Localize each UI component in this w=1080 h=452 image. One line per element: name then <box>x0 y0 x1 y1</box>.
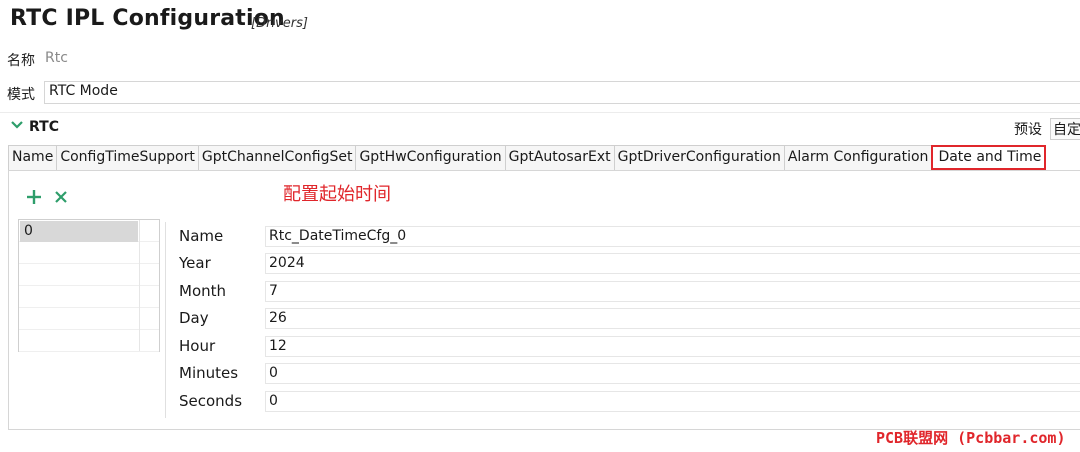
watermark: PCB联盟网 (Pcbbar.com) <box>876 429 1066 447</box>
list-row <box>19 242 159 264</box>
name-field-label: Name <box>179 227 224 245</box>
month-field[interactable]: 7 <box>265 281 1080 302</box>
list-column-divider <box>139 220 140 351</box>
name-label: 名称 <box>7 53 35 69</box>
list-row <box>19 330 159 352</box>
name-field[interactable]: Rtc_DateTimeCfg_0 <box>265 226 1080 247</box>
tab-gpt-hw-configuration[interactable]: GptHwConfiguration <box>355 145 506 170</box>
form-divider <box>165 222 166 418</box>
day-field-label: Day <box>179 309 209 327</box>
list-row <box>19 264 159 286</box>
tab-date-and-time[interactable]: Date and Time <box>931 145 1047 170</box>
remove-icon[interactable] <box>51 187 71 207</box>
hour-field[interactable]: 12 <box>265 336 1080 357</box>
tab-bar: Name ConfigTimeSupport GptChannelConfigS… <box>8 145 1047 170</box>
month-field-label: Month <box>179 282 227 300</box>
minutes-field[interactable]: 0 <box>265 363 1080 384</box>
separator <box>0 112 1080 113</box>
page-title: RTC IPL Configuration <box>10 6 285 31</box>
tab-alarm-configuration[interactable]: Alarm Configuration <box>783 145 933 170</box>
add-icon[interactable] <box>24 187 44 207</box>
annotation-text: 配置起始时间 <box>283 184 391 205</box>
name-row: 名称 Rtc <box>7 50 68 70</box>
mode-label: 模式 <box>7 87 35 103</box>
instance-list: 0 <box>18 219 160 352</box>
chevron-down-icon[interactable] <box>10 118 24 132</box>
page-subtitle: [Drivers] <box>251 16 308 31</box>
day-field[interactable]: 26 <box>265 308 1080 329</box>
mode-field[interactable]: RTC Mode <box>44 81 1080 104</box>
section-title: RTC <box>29 119 59 135</box>
seconds-field-label: Seconds <box>179 392 243 410</box>
list-row <box>19 286 159 308</box>
hour-field-label: Hour <box>179 337 216 355</box>
tab-config-time-support[interactable]: ConfigTimeSupport <box>56 145 199 170</box>
tab-gpt-channel-config-set[interactable]: GptChannelConfigSet <box>197 145 357 170</box>
year-field-label: Year <box>179 254 211 272</box>
year-field[interactable]: 2024 <box>265 253 1080 274</box>
minutes-field-label: Minutes <box>179 364 239 382</box>
tab-gpt-autosar-ext[interactable]: GptAutosarExt <box>504 145 615 170</box>
list-row <box>19 308 159 330</box>
custom-label[interactable]: 自定义 <box>1050 118 1080 140</box>
list-item[interactable]: 0 <box>20 221 138 242</box>
preset-label[interactable]: 预设 <box>1014 119 1042 139</box>
tab-name[interactable]: Name <box>8 145 58 170</box>
tab-gpt-driver-configuration[interactable]: GptDriverConfiguration <box>613 145 785 170</box>
name-value: Rtc <box>45 50 68 66</box>
seconds-field[interactable]: 0 <box>265 391 1080 412</box>
